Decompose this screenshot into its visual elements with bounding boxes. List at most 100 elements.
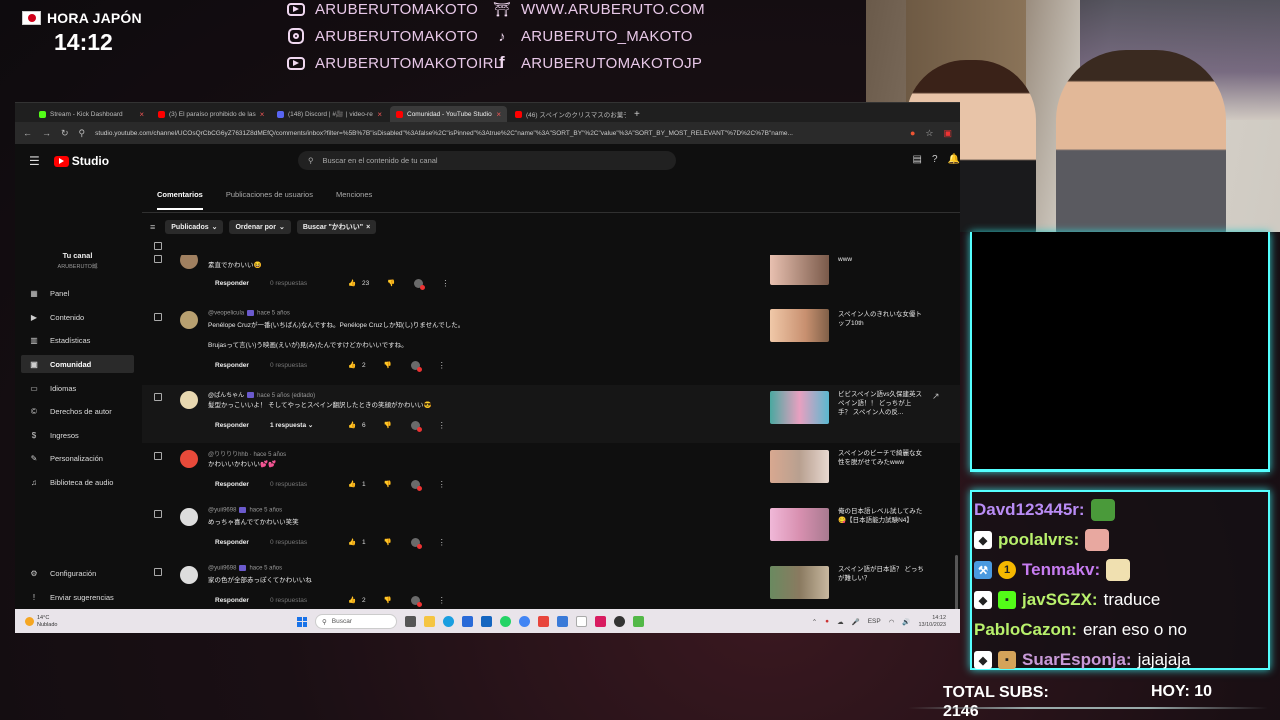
chrome-icon[interactable] [519, 616, 530, 627]
close-icon[interactable]: × [260, 110, 265, 119]
more-options-icon[interactable]: ⋮ [438, 596, 446, 605]
sidebar-item-customization[interactable]: ✎ Personalización [21, 449, 134, 467]
sort-by-chip[interactable]: Ordenar por ⌄ [229, 220, 291, 234]
replies-toggle[interactable]: 0 respuestas [270, 481, 326, 488]
replies-toggle[interactable]: 1 respuesta ⌄ [270, 421, 326, 429]
video-title[interactable]: 【この動画は必見】めてやったら…信じ込んでしまったwww [838, 255, 924, 264]
bookmark-star-icon[interactable]: ☆ [925, 128, 933, 139]
like-button[interactable]: 👍 1 [348, 480, 366, 489]
like-button[interactable]: 👍 1 [348, 538, 366, 547]
like-button[interactable]: 👍 6 [348, 421, 366, 430]
help-icon[interactable]: ? [932, 154, 938, 165]
video-thumbnail[interactable] [770, 450, 829, 483]
site-info-icon[interactable]: ⚲ [79, 128, 86, 139]
volume-icon[interactable]: 🔊 [902, 618, 910, 626]
close-icon[interactable]: × [139, 110, 144, 119]
sidebar-item-audio-library[interactable]: ♫ Biblioteca de audio [21, 473, 134, 491]
app-icon[interactable] [557, 616, 568, 627]
extensions-icon[interactable]: ▣ [943, 128, 952, 139]
clock[interactable]: 14:12 13/10/2023 [918, 615, 946, 629]
app-icon[interactable] [538, 616, 549, 627]
tab-comments[interactable]: Comentarios [157, 190, 203, 210]
like-button[interactable]: 👍 2 [348, 361, 366, 370]
comment-checkbox[interactable] [154, 255, 162, 263]
browser-tab[interactable]: (46) スペインのクリスマスのお菓子× [509, 106, 626, 122]
app-icon[interactable] [633, 616, 644, 627]
tab-mentions[interactable]: Menciones [336, 190, 372, 210]
sidebar-item-settings[interactable]: ⚙ Configuración [21, 564, 134, 582]
comment-checkbox[interactable] [154, 568, 162, 576]
video-thumbnail[interactable] [770, 391, 829, 424]
comment-author[interactable]: @veopelicula [208, 311, 244, 317]
sidebar-item-analytics[interactable]: ▥ Estadísticas [21, 331, 134, 349]
reload-icon[interactable]: ↻ [61, 128, 69, 139]
new-tab-button[interactable]: + [628, 109, 646, 122]
forward-icon[interactable]: → [42, 128, 51, 138]
replies-toggle[interactable]: 0 respuestas [270, 539, 326, 546]
dislike-button[interactable]: 👎 [384, 361, 392, 369]
outlook-icon[interactable] [481, 616, 492, 627]
reply-button[interactable]: Responder [208, 276, 256, 290]
whatsapp-icon[interactable] [500, 616, 511, 627]
creator-heart-icon[interactable] [410, 420, 422, 432]
reply-button[interactable]: Responder [208, 593, 256, 607]
close-icon[interactable]: × [496, 110, 501, 119]
dislike-button[interactable]: 👎 [384, 596, 392, 604]
studio-search-input[interactable]: ⚲ Buscar en el contenido de tu canal [298, 151, 676, 170]
search-filter-chip[interactable]: Buscar "かわいい" × [296, 220, 377, 234]
weather-widget[interactable]: 14°C Nublado [25, 615, 58, 629]
browser-tab[interactable]: (148) Discord | #🎥 | video-re × [271, 106, 388, 122]
dislike-button[interactable]: 👎 [384, 421, 392, 429]
dislike-button[interactable]: 👎 [384, 480, 392, 488]
subtitles-header-icon[interactable]: ▤ [913, 154, 922, 165]
sidebar-item-feedback[interactable]: ! Enviar sugerencias [21, 588, 134, 606]
replies-toggle[interactable]: 0 respuestas [270, 362, 326, 369]
more-options-icon[interactable]: ⋮ [438, 421, 446, 430]
notifications-icon[interactable]: 🔔 [948, 154, 960, 165]
browser-tab[interactable]: Stream - Kick Dashboard × [33, 106, 150, 122]
video-thumbnail[interactable] [770, 255, 829, 285]
comment-checkbox[interactable] [154, 510, 162, 518]
comment-checkbox[interactable] [154, 393, 162, 401]
video-thumbnail[interactable] [770, 508, 829, 541]
browser-tab-active[interactable]: Comunidad - YouTube Studio × [390, 106, 507, 122]
replies-toggle[interactable]: 0 respuestas [270, 280, 326, 287]
replies-toggle[interactable]: 0 respuestas [270, 597, 326, 604]
more-options-icon[interactable]: ⋮ [438, 480, 446, 489]
obs-icon[interactable] [614, 616, 625, 627]
comment-checkbox[interactable] [154, 452, 162, 460]
video-thumbnail[interactable] [770, 566, 829, 599]
creator-heart-icon[interactable] [410, 595, 422, 607]
comment-checkbox[interactable] [154, 313, 162, 321]
comment-avatar[interactable] [180, 391, 198, 409]
video-title[interactable]: スペイン人のきれいな女優トップ10th [838, 310, 924, 328]
creator-heart-icon[interactable] [410, 479, 422, 491]
menu-icon[interactable]: ☰ [29, 154, 40, 168]
cloud-icon[interactable]: ☁ [837, 618, 844, 626]
select-all-checkbox[interactable] [154, 242, 162, 250]
creator-heart-icon[interactable] [410, 537, 422, 549]
sidebar-item-community[interactable]: ▣ Comunidad [21, 355, 134, 373]
language-indicator[interactable]: ESP [868, 618, 881, 625]
sidebar-item-copyright[interactable]: © Derechos de autor [21, 402, 134, 420]
chevron-up-icon[interactable]: ⌃ [812, 618, 817, 626]
sidebar-item-languages[interactable]: ▭ Idiomas [21, 379, 134, 397]
sidebar-item-earn[interactable]: $ Ingresos [21, 426, 134, 444]
more-options-icon[interactable]: ⋮ [441, 279, 449, 288]
tray-app-icon[interactable]: ● [825, 618, 829, 625]
video-title[interactable]: ビビスペイン語vs久保建英スペイン語！！ どっちが上手？ スペイン人の反... [838, 390, 924, 417]
creator-heart-icon[interactable] [414, 278, 426, 290]
filter-published-chip[interactable]: Publicados ⌄ [165, 220, 224, 234]
video-title[interactable]: スペイン語が日本語？ どっちが難しい？ [838, 565, 924, 583]
dislike-button[interactable]: 👎 [387, 279, 395, 287]
more-options-icon[interactable]: ⋮ [438, 538, 446, 547]
video-title[interactable]: 俺の日本語レベル試してみた😋【日本語能力試験N4】 [838, 507, 924, 525]
notepad-icon[interactable] [576, 616, 587, 627]
creator-heart-icon[interactable] [410, 360, 422, 372]
studio-logo[interactable]: Studio [53, 154, 109, 168]
sidebar-item-panel[interactable]: ▦ Panel [21, 284, 134, 302]
comment-avatar[interactable] [180, 566, 198, 584]
comment-author[interactable]: @yuii9698 [208, 566, 236, 572]
edge-icon[interactable] [443, 616, 454, 627]
reply-button[interactable]: Responder [208, 477, 256, 491]
